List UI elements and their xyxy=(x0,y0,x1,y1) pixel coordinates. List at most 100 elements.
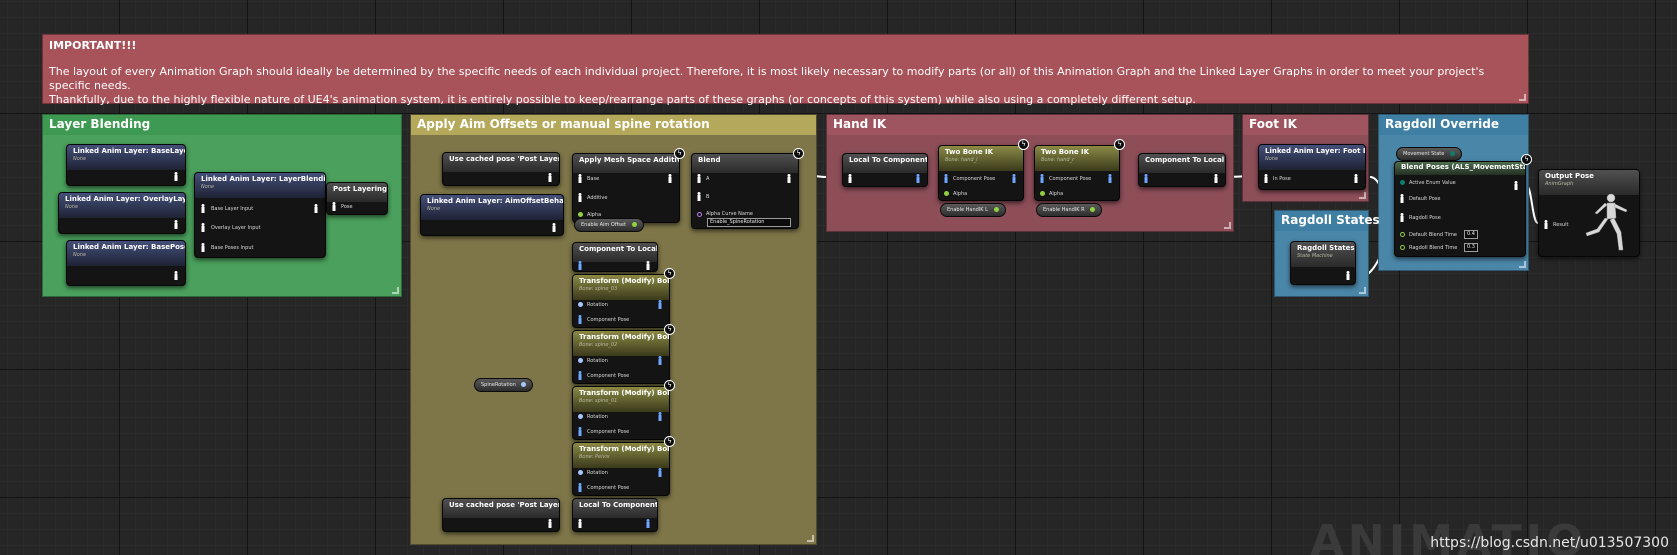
two-bone-ik-right-node[interactable]: Two Bone IK Bone: hand_r Component Pose A… xyxy=(1034,145,1120,201)
cached-pose-node[interactable]: Use cached pose 'Post Layering' xyxy=(442,152,560,186)
pose-output-pin[interactable] xyxy=(173,172,179,181)
linked-anim-layer-overlay-layer-node[interactable]: Linked Anim Layer: OverlayLayer None xyxy=(58,192,186,234)
post-layering-node[interactable]: Post Layering Pose xyxy=(326,182,388,215)
transform-modify-bone-node[interactable]: Transform (Modify) Bone Bone: Pelvis Rota… xyxy=(572,442,670,496)
pose-output-pin[interactable] xyxy=(667,174,673,183)
component-input-pin[interactable] xyxy=(1143,174,1149,183)
component-pose-input-pin[interactable] xyxy=(1039,174,1045,183)
pose-output-pin[interactable] xyxy=(1345,271,1351,280)
component-output-pin[interactable] xyxy=(645,519,651,528)
default-pose-input-pin[interactable] xyxy=(1399,194,1405,203)
enable-aim-offset-variable[interactable]: Enable Aim Offset xyxy=(574,218,644,232)
important-comment[interactable]: IMPORTANT!!! The layout of every Animati… xyxy=(42,34,1529,106)
pose-output-pin[interactable] xyxy=(313,204,319,213)
alpha-curve-name-pin[interactable] xyxy=(697,212,702,217)
rotation-pin[interactable] xyxy=(578,470,583,475)
component-pose-output-pin[interactable] xyxy=(1011,174,1017,183)
resize-handle[interactable] xyxy=(1519,94,1526,101)
resize-handle[interactable] xyxy=(1359,192,1366,199)
linked-anim-layer-aim-offset-behaviors-node[interactable]: Linked Anim Layer: AimOffsetBehaviorsNon… xyxy=(420,194,564,236)
linked-anim-layer-base-layer-node[interactable]: Linked Anim Layer: BaseLayer None xyxy=(66,144,186,186)
active-enum-value-pin[interactable] xyxy=(1400,180,1405,185)
local-to-component-node[interactable]: Local To Component xyxy=(572,498,658,532)
transform-modify-bone-node[interactable]: Transform (Modify) Bone Bone: spine_03 Ro… xyxy=(572,274,670,328)
ragdoll-states-state-machine-node[interactable]: Ragdoll States State Machine xyxy=(1290,241,1356,285)
default-blend-time-pin[interactable] xyxy=(1400,232,1405,237)
transform-modify-bone-node[interactable]: Transform (Modify) Bone Bone: spine_02 Ro… xyxy=(572,330,670,384)
enum-pin[interactable] xyxy=(1449,151,1455,156)
linked-anim-layer-layer-blending-node[interactable]: Linked Anim Layer: LayerBlending None Bas… xyxy=(194,172,326,258)
pose-output-pin[interactable] xyxy=(547,519,553,528)
blend-node[interactable]: Blend A B Alpha Curve Name Enable_SpineR… xyxy=(691,153,799,229)
resize-handle[interactable] xyxy=(807,535,814,542)
bool-pin[interactable] xyxy=(631,222,637,227)
b-input-pin[interactable] xyxy=(696,192,702,201)
rotation-pin[interactable] xyxy=(578,414,583,419)
pose-output-pin[interactable] xyxy=(547,173,553,182)
result-input-pin[interactable] xyxy=(1543,220,1549,229)
alpha-input-pin[interactable] xyxy=(1040,191,1045,196)
a-input-pin[interactable] xyxy=(696,174,702,183)
ragdoll-blend-time-pin[interactable] xyxy=(1400,245,1405,250)
pose-input-pin[interactable] xyxy=(847,174,853,183)
rotation-pin[interactable] xyxy=(578,358,583,363)
enable-hand-ik-l-variable[interactable]: Enable HandIK L xyxy=(940,203,1006,217)
pose-output-pin[interactable] xyxy=(173,220,179,229)
rotation-pin[interactable] xyxy=(578,302,583,307)
transform-modify-bone-node[interactable]: Transform (Modify) Bone Bone: spine_01 Ro… xyxy=(572,386,670,440)
component-pose-input-pin[interactable] xyxy=(577,315,583,324)
alpha-curve-name-field[interactable]: Enable_SpineRotation xyxy=(707,218,791,227)
in-pose-input-pin[interactable] xyxy=(1263,174,1269,183)
ragdoll-blend-time-field[interactable]: 0.3 xyxy=(1464,243,1478,252)
component-pose-input-pin[interactable] xyxy=(577,427,583,436)
pose-output-pin[interactable] xyxy=(173,271,179,280)
component-pose-output-pin[interactable] xyxy=(657,300,663,309)
alpha-input-pin[interactable] xyxy=(944,191,949,196)
two-bone-ik-left-node[interactable]: Two Bone IK Bone: hand_l Component Pose A… xyxy=(938,145,1024,201)
pose-output-pin[interactable] xyxy=(551,223,557,232)
pose-output-pin[interactable] xyxy=(645,261,651,270)
base-input-pin[interactable] xyxy=(577,174,583,183)
component-pose-input-pin[interactable] xyxy=(577,483,583,492)
additive-input-pin[interactable] xyxy=(577,193,583,202)
component-input-pin[interactable] xyxy=(577,261,583,270)
apply-mesh-space-additive-node[interactable]: Apply Mesh Space Additive Base Additive … xyxy=(572,153,680,223)
component-pose-output-pin[interactable] xyxy=(1107,174,1113,183)
pose-input-pin[interactable] xyxy=(331,202,337,211)
resize-handle[interactable] xyxy=(1519,261,1526,268)
resize-handle[interactable] xyxy=(392,287,399,294)
local-to-component-node[interactable]: Local To Component xyxy=(842,153,928,187)
component-pose-output-pin[interactable] xyxy=(657,468,663,477)
resize-handle[interactable] xyxy=(1359,287,1366,294)
blend-poses-movement-state-node[interactable]: Blend Poses (ALS_MovementState) Active E… xyxy=(1394,161,1526,257)
overlay-layer-input-pin[interactable] xyxy=(200,223,206,232)
rotator-pin[interactable] xyxy=(520,382,526,387)
linked-anim-layer-base-poses-node[interactable]: Linked Anim Layer: BasePoses None xyxy=(66,240,186,286)
bool-pin[interactable] xyxy=(1090,207,1096,212)
alpha-input-pin[interactable] xyxy=(578,212,583,217)
cached-pose-node[interactable]: Use cached pose 'Post Layering' xyxy=(442,498,560,532)
bool-pin[interactable] xyxy=(993,207,999,212)
pose-output-pin[interactable] xyxy=(1213,174,1219,183)
base-layer-input-pin[interactable] xyxy=(200,204,206,213)
component-pose-output-pin[interactable] xyxy=(657,356,663,365)
pose-output-pin[interactable] xyxy=(1513,181,1519,190)
resize-handle[interactable] xyxy=(1224,222,1231,229)
spine-rotation-variable[interactable]: SpineRotation xyxy=(474,378,533,392)
component-pose-output-pin[interactable] xyxy=(657,412,663,421)
component-to-local-node[interactable]: Component To Local xyxy=(572,242,658,272)
component-pose-input-pin[interactable] xyxy=(577,371,583,380)
pose-output-pin[interactable] xyxy=(1353,174,1359,183)
anim-graph-canvas[interactable]: IMPORTANT!!! The layout of every Animati… xyxy=(0,0,1677,555)
component-output-pin[interactable] xyxy=(915,174,921,183)
linked-anim-layer-foot-ik-node[interactable]: Linked Anim Layer: Foot IK None In Pose xyxy=(1258,144,1366,190)
component-to-local-node[interactable]: Component To Local xyxy=(1138,153,1226,187)
enable-hand-ik-r-variable[interactable]: Enable HandIK R xyxy=(1036,203,1103,217)
pose-input-pin[interactable] xyxy=(577,519,583,528)
output-pose-node[interactable]: Output Pose AnimGraph Result xyxy=(1538,169,1640,257)
pose-output-pin[interactable] xyxy=(786,174,792,183)
component-pose-input-pin[interactable] xyxy=(943,174,949,183)
base-poses-input-pin[interactable] xyxy=(200,243,206,252)
ragdoll-pose-input-pin[interactable] xyxy=(1399,213,1405,222)
default-blend-time-field[interactable]: 0.4 xyxy=(1464,230,1478,239)
